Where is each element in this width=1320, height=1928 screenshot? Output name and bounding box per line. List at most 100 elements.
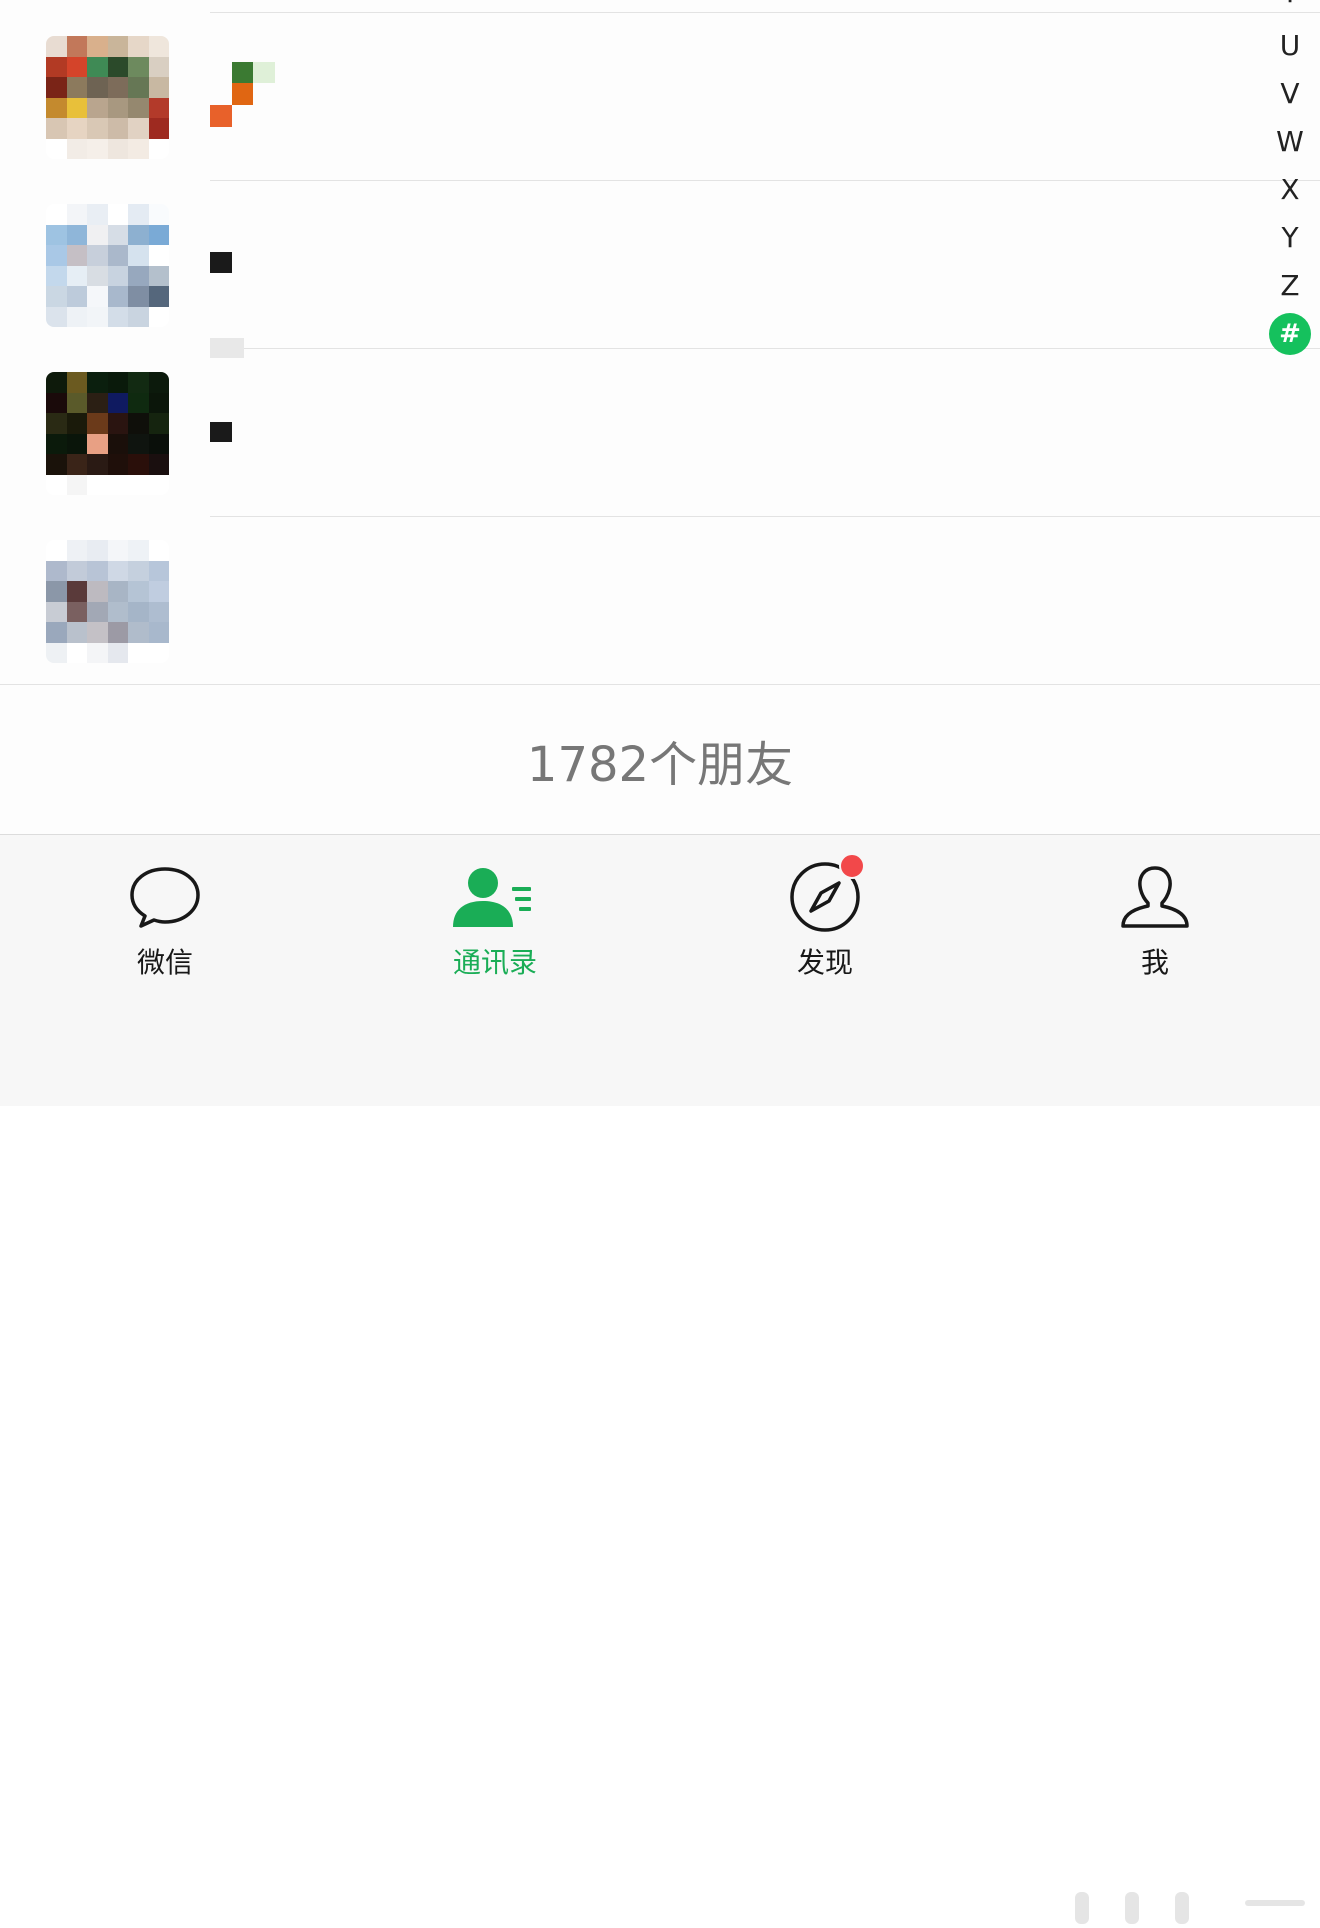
avatar-pixel xyxy=(148,642,169,663)
avatar-pixel xyxy=(87,265,108,286)
avatar-pixel xyxy=(46,581,67,602)
avatar-pixel xyxy=(87,642,108,663)
index-letter[interactable]: T xyxy=(1260,0,1320,10)
avatar-pixel xyxy=(87,622,108,643)
avatar-pixel xyxy=(66,97,87,118)
avatar-pixel xyxy=(148,118,169,139)
avatar-pixel xyxy=(107,474,128,495)
avatar-pixel xyxy=(148,622,169,643)
avatar-pixel xyxy=(128,642,149,663)
avatar-pixel xyxy=(87,540,108,561)
avatar-pixel xyxy=(107,392,128,413)
avatar-pixel xyxy=(66,642,87,663)
watermark-glyphs xyxy=(1075,1892,1305,1924)
avatar-pixel xyxy=(107,56,128,77)
avatar-pixel xyxy=(66,306,87,327)
avatar-pixel xyxy=(148,560,169,581)
index-letter[interactable]: Z xyxy=(1260,269,1320,303)
avatar-pixel xyxy=(66,601,87,622)
contact-row[interactable] xyxy=(0,12,1260,180)
avatar-pixel xyxy=(128,36,149,57)
avatar-pixel xyxy=(148,474,169,495)
index-letter-active[interactable]: # xyxy=(1269,313,1311,355)
avatar-pixel xyxy=(107,204,128,225)
avatar-pixel xyxy=(66,204,87,225)
avatar-pixel xyxy=(128,265,149,286)
contact-list: T U V W X Y Z # 1782个朋友 xyxy=(0,0,1320,835)
avatar-pixel xyxy=(107,454,128,475)
avatar-pixel xyxy=(107,265,128,286)
avatar-pixel xyxy=(46,454,67,475)
tab-label: 发现 xyxy=(796,946,853,979)
avatar-pixel xyxy=(46,286,67,307)
avatar-pixel xyxy=(66,581,87,602)
alphabet-index[interactable]: T U V W X Y Z # xyxy=(1260,0,1320,360)
avatar-pixel xyxy=(128,56,149,77)
avatar-pixel xyxy=(107,642,128,663)
avatar-pixel xyxy=(66,118,87,139)
avatar-pixel xyxy=(148,372,169,393)
contact-row[interactable] xyxy=(0,516,1260,684)
row-divider xyxy=(0,684,1320,685)
avatar-pixel xyxy=(87,413,108,434)
avatar-pixel xyxy=(107,138,128,159)
avatar-pixel xyxy=(107,433,128,454)
avatar-pixel xyxy=(148,204,169,225)
contact-row[interactable] xyxy=(0,348,1260,516)
avatar-pixel xyxy=(87,204,108,225)
avatar-pixel xyxy=(66,454,87,475)
avatar-pixel xyxy=(66,36,87,57)
avatar-pixel xyxy=(46,224,67,245)
avatar-pixel xyxy=(107,36,128,57)
tab-contacts[interactable]: 通讯录 xyxy=(395,865,595,981)
avatar-pixel xyxy=(87,601,108,622)
avatar-pixel xyxy=(66,77,87,98)
avatar-pixel xyxy=(87,392,108,413)
avatar-pixel xyxy=(148,581,169,602)
avatar-pixel xyxy=(66,560,87,581)
avatar-pixel xyxy=(148,433,169,454)
avatar-pixel xyxy=(148,540,169,561)
avatar-pixel xyxy=(128,581,149,602)
avatar-pixel xyxy=(148,36,169,57)
chat-bubble-icon xyxy=(65,865,265,929)
avatar-pixel xyxy=(107,601,128,622)
avatar-pixel xyxy=(148,138,169,159)
avatar-pixel xyxy=(66,392,87,413)
avatar-pixel xyxy=(66,138,87,159)
friend-count-label: 1782个朋友 xyxy=(526,737,794,793)
avatar-pixel xyxy=(87,118,108,139)
avatar-pixel xyxy=(46,601,67,622)
avatar-pixel xyxy=(107,245,128,266)
avatar-pixel xyxy=(107,224,128,245)
avatar-pixel xyxy=(66,286,87,307)
avatar-pixel xyxy=(87,97,108,118)
contact-row[interactable] xyxy=(0,180,1260,358)
avatar-pixel xyxy=(128,118,149,139)
avatar-pixel xyxy=(46,306,67,327)
avatar-pixel xyxy=(128,286,149,307)
tab-chats[interactable]: 微信 xyxy=(65,865,265,981)
tab-discover[interactable]: 发现 xyxy=(725,853,925,981)
index-letter[interactable]: X xyxy=(1260,173,1320,207)
avatar-pixel xyxy=(87,286,108,307)
avatar-pixel xyxy=(46,138,67,159)
index-letter[interactable]: V xyxy=(1260,77,1320,111)
avatar-pixel xyxy=(128,204,149,225)
tab-me[interactable]: 我 xyxy=(1055,865,1255,981)
avatar-pixel xyxy=(148,413,169,434)
avatar-pixel xyxy=(87,56,108,77)
notification-badge xyxy=(839,853,865,879)
avatar-pixel xyxy=(46,77,67,98)
avatar-pixel xyxy=(46,36,67,57)
tab-label: 我 xyxy=(1140,946,1169,979)
avatar-pixel xyxy=(148,601,169,622)
avatar-pixel xyxy=(66,224,87,245)
index-letter[interactable]: W xyxy=(1260,125,1320,159)
index-letter[interactable]: U xyxy=(1260,29,1320,63)
avatar-pixel xyxy=(148,454,169,475)
avatar-pixel xyxy=(128,474,149,495)
index-letter[interactable]: Y xyxy=(1260,221,1320,255)
avatar-pixel xyxy=(128,540,149,561)
compass-icon xyxy=(789,853,865,933)
